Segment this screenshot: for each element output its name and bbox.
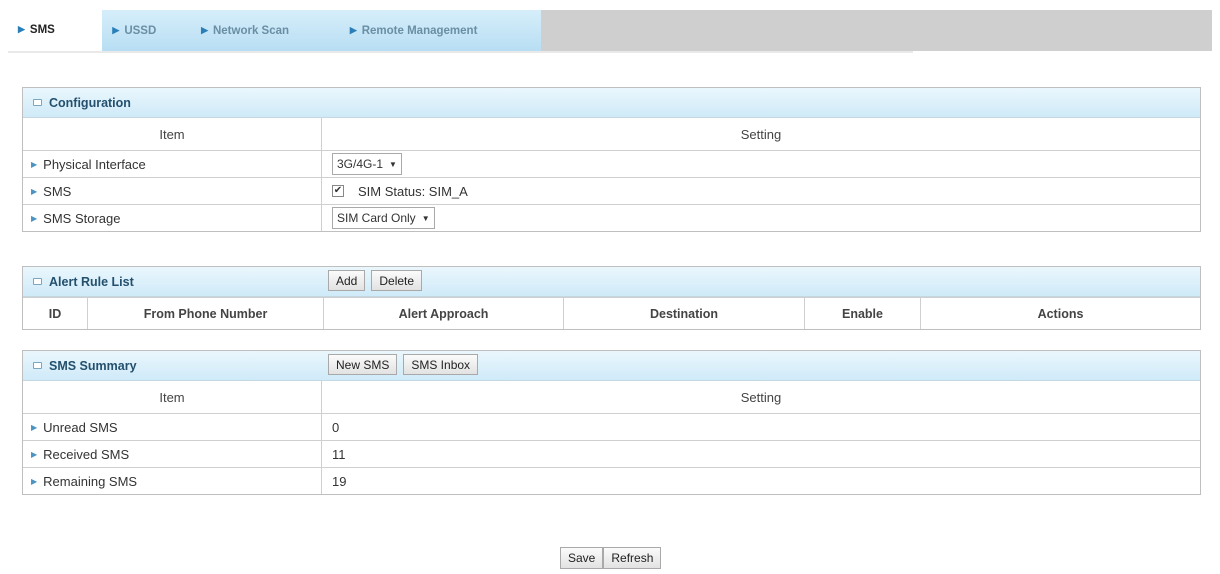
tab-network-scan[interactable]: ▶ Network Scan: [191, 10, 340, 51]
table-row: ▶ SMS ✔ SIM Status: SIM_A: [23, 177, 1200, 204]
new-sms-button[interactable]: New SMS: [328, 354, 398, 375]
tab-arrow-icon: ▶: [349, 25, 357, 35]
remaining-sms-value: 19: [332, 473, 347, 489]
sms-summary-header: SMS Summary New SMS SMS Inbox: [23, 351, 1200, 381]
col-alert-approach: Alert Approach: [324, 298, 564, 329]
received-sms-value: 11: [332, 446, 346, 462]
row-setting: ✔ SIM Status: SIM_A: [322, 178, 1200, 204]
row-label: ▶ Received SMS: [23, 441, 322, 467]
alert-columns-row: ID From Phone Number Alert Approach Dest…: [23, 297, 1200, 329]
table-row: ▶ Remaining SMS 19: [23, 467, 1200, 494]
bullet-icon: ▶: [31, 186, 38, 196]
physical-interface-select[interactable]: 3G/4G-1 ▼: [332, 153, 402, 175]
col-item-header: Item: [23, 381, 322, 413]
sms-inbox-button[interactable]: SMS Inbox: [403, 354, 479, 375]
row-label: ▶ SMS Storage: [23, 205, 322, 231]
row-label: ▶ Unread SMS: [23, 414, 322, 440]
alert-rule-buttons: Add Delete: [328, 270, 423, 291]
tab-arrow-icon: ▶: [112, 25, 120, 35]
sms-summary-title: SMS Summary: [49, 358, 137, 373]
row-label: ▶ SMS: [23, 178, 322, 204]
remaining-sms-label: Remaining SMS: [43, 473, 138, 489]
sim-status-text: SIM Status: SIM_A: [358, 183, 468, 199]
tab-label: Network Scan: [212, 24, 290, 37]
panel-title: Alert Rule List: [23, 275, 323, 289]
tab-arrow-icon: ▶: [18, 24, 25, 34]
col-item-header: Item: [23, 118, 322, 150]
col-setting-header: Setting: [740, 126, 782, 142]
tab-label: Remote Management: [361, 24, 478, 37]
table-row: ▶ Received SMS 11: [23, 440, 1200, 467]
sms-enable-checkbox[interactable]: ✔: [332, 185, 344, 197]
tab-underline: [8, 51, 913, 53]
dropdown-arrow-icon: ▼: [421, 213, 430, 223]
refresh-button[interactable]: Refresh: [603, 547, 662, 569]
alert-rule-title: Alert Rule List: [49, 274, 134, 289]
tab-label: SMS: [29, 23, 55, 36]
sms-label: SMS: [43, 183, 72, 199]
col-from-phone: From Phone Number: [88, 298, 324, 329]
save-button[interactable]: Save: [560, 547, 604, 569]
table-row: ▶ Physical Interface 3G/4G-1 ▼: [23, 150, 1200, 177]
table-header-row: Item Setting: [23, 118, 1200, 150]
tab-label: USSD: [124, 24, 157, 37]
collapse-icon[interactable]: [33, 278, 42, 285]
sms-storage-label: SMS Storage: [43, 210, 121, 226]
unread-sms-value: 0: [332, 419, 340, 435]
bullet-icon: ▶: [31, 422, 38, 432]
delete-button[interactable]: Delete: [371, 270, 423, 291]
configuration-panel: Configuration Item Setting ▶ Physical Int…: [22, 87, 1201, 232]
table-row: ▶ Unread SMS 0: [23, 413, 1200, 440]
panel-title: SMS Summary: [23, 359, 323, 373]
physical-interface-label: Physical Interface: [43, 156, 146, 172]
collapse-icon[interactable]: [33, 362, 42, 369]
tab-ussd[interactable]: ▶ USSD: [102, 10, 191, 51]
footer-buttons: Save Refresh: [560, 547, 662, 569]
sms-storage-select[interactable]: SIM Card Only ▼: [332, 207, 435, 229]
table-row: ▶ SMS Storage SIM Card Only ▼: [23, 204, 1200, 231]
tab-strip: ▶ SMS ▶ USSD ▶ Network Scan ▶ Remote Man…: [8, 9, 541, 52]
bullet-icon: ▶: [31, 213, 38, 223]
unread-sms-label: Unread SMS: [43, 419, 118, 435]
row-label: ▶ Remaining SMS: [23, 468, 322, 494]
bullet-icon: ▶: [31, 476, 38, 486]
sms-summary-buttons: New SMS SMS Inbox: [328, 354, 479, 375]
select-value: 3G/4G-1: [337, 157, 384, 171]
alert-rule-panel: Alert Rule List Add Delete ID From Phone…: [22, 266, 1201, 330]
row-setting: 3G/4G-1 ▼: [322, 151, 1200, 177]
row-label: ▶ Physical Interface: [23, 151, 322, 177]
alert-rule-header: Alert Rule List Add Delete: [23, 267, 1200, 297]
tab-arrow-icon: ▶: [201, 25, 208, 35]
table-header-row: Item Setting: [23, 381, 1200, 413]
top-tab-bar: ▶ SMS ▶ USSD ▶ Network Scan ▶ Remote Man…: [8, 9, 1212, 52]
collapse-icon[interactable]: [33, 99, 42, 106]
col-setting-header: Setting: [740, 389, 782, 405]
add-button[interactable]: Add: [328, 270, 366, 291]
configuration-title: Configuration: [49, 95, 131, 110]
col-enable: Enable: [805, 298, 921, 329]
col-destination: Destination: [564, 298, 805, 329]
tab-sms[interactable]: ▶ SMS: [8, 9, 103, 52]
col-actions: Actions: [1037, 306, 1084, 321]
row-setting: SIM Card Only ▼: [322, 205, 1200, 231]
select-value: SIM Card Only: [337, 211, 416, 225]
bullet-icon: ▶: [31, 449, 38, 459]
configuration-header: Configuration: [23, 88, 1200, 118]
bullet-icon: ▶: [31, 159, 38, 169]
sms-summary-panel: SMS Summary New SMS SMS Inbox Item Setti…: [22, 350, 1201, 495]
tab-remote-management[interactable]: ▶ Remote Management: [340, 10, 541, 51]
dropdown-arrow-icon: ▼: [389, 159, 397, 169]
col-id: ID: [23, 298, 88, 329]
panel-title: Configuration: [23, 96, 323, 110]
received-sms-label: Received SMS: [43, 446, 130, 462]
